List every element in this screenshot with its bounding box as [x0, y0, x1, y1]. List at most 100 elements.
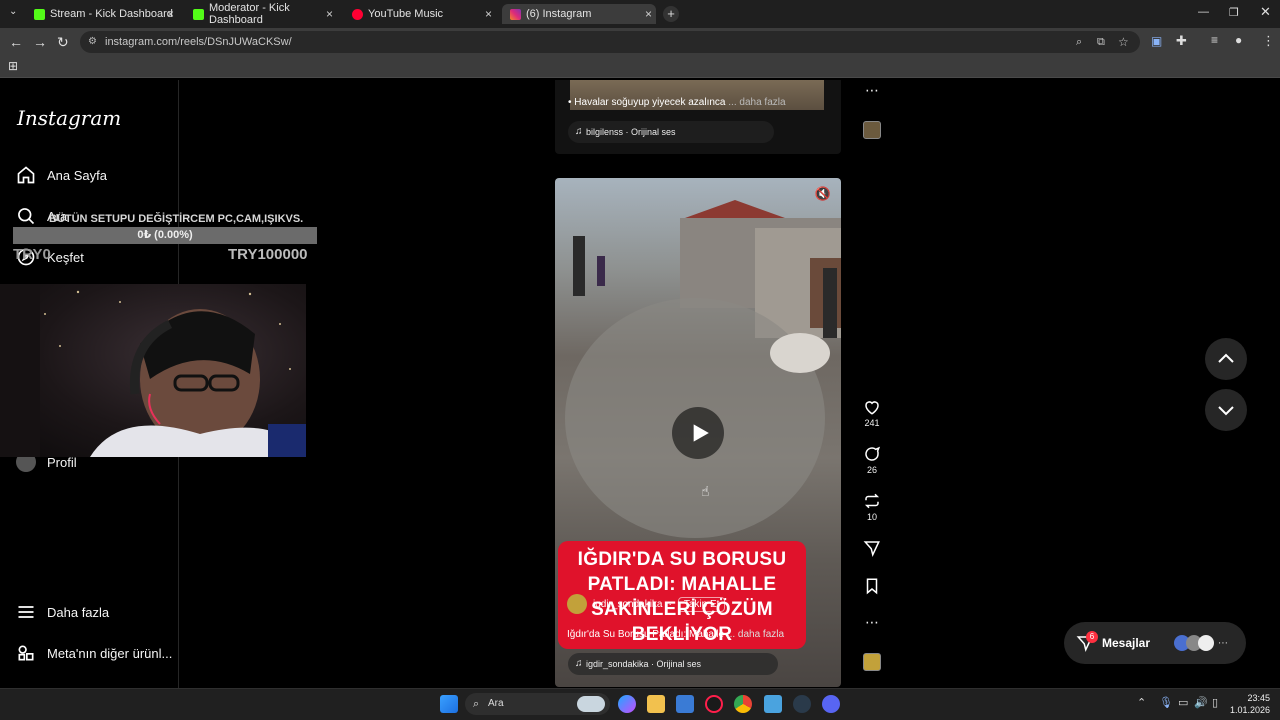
- taskbar-clock[interactable]: 23:45 1.01.2026: [1228, 692, 1270, 716]
- windows-start-icon[interactable]: [440, 695, 458, 713]
- messages-button[interactable]: 6 Mesajlar ⋯: [1064, 622, 1246, 664]
- nav-more[interactable]: Daha fazla: [16, 602, 109, 622]
- donation-goal-title: BÜTÜN SETUPU DEĞİŞTİRCEM PC,CAM,IŞIKVS.: [49, 213, 304, 225]
- previous-reel-audio-text: bilgilenss · Orijinal ses: [586, 127, 676, 137]
- follow-button[interactable]: Takip Et: [677, 596, 726, 612]
- reel-caption: Iğdır'da Su Borusu Patladı: Mahalle ... …: [567, 629, 784, 640]
- zoom-icon[interactable]: ⌕: [1076, 31, 1082, 53]
- tab-instagram[interactable]: (6) Instagram ×: [502, 4, 656, 24]
- play-button[interactable]: [672, 407, 724, 459]
- menu-kebab-icon[interactable]: ⋮: [1262, 33, 1275, 49]
- profile-icon[interactable]: ●: [1235, 33, 1242, 47]
- meta-apps-icon: [18, 645, 34, 661]
- comment-count: 26: [866, 465, 877, 475]
- caption-bullet: •: [568, 97, 572, 108]
- tab-youtube-music[interactable]: YouTube Music ×: [344, 4, 496, 24]
- network-icon[interactable]: ▭: [1178, 696, 1188, 709]
- reload-icon[interactable]: ↻: [57, 34, 69, 51]
- current-reel-video[interactable]: 🔇 ☝ IĞDIR'DA SU BORUSU PATLADI: MAHALLE …: [555, 178, 841, 687]
- reel-author-avatar[interactable]: [567, 594, 587, 614]
- comment-button[interactable]: 26: [858, 445, 886, 475]
- comment-icon: [865, 446, 881, 461]
- clock-time: 23:45: [1247, 693, 1270, 703]
- reel-author-row: igdir_sondakika · Takip Et: [567, 594, 726, 614]
- tab-title: YouTube Music: [368, 8, 444, 20]
- copilot-icon[interactable]: [618, 695, 636, 713]
- search-highlight-icon: [577, 696, 605, 712]
- nav-meta-products[interactable]: Meta'nın diğer ürünl...: [16, 643, 172, 663]
- mute-icon[interactable]: 🔇: [815, 186, 831, 202]
- previous-reel-more-link[interactable]: ... daha fazla: [728, 97, 785, 108]
- minimize-icon[interactable]: —: [1198, 6, 1209, 18]
- chrome-icon[interactable]: [734, 695, 752, 713]
- messages-badge: 6: [1086, 631, 1098, 643]
- media-controls-icon[interactable]: ≡: [1211, 33, 1218, 47]
- steam-icon[interactable]: [793, 695, 811, 713]
- tab-kick-moderator[interactable]: Moderator - Kick Dashboard ×: [185, 2, 337, 26]
- windows-taskbar: [0, 688, 1280, 720]
- send-icon: [863, 541, 880, 557]
- close-tab-icon[interactable]: ×: [167, 7, 174, 21]
- translate-icon[interactable]: ▣: [1151, 34, 1162, 48]
- previous-reel-more-options-icon[interactable]: ⋯: [865, 82, 879, 99]
- new-tab-button[interactable]: +: [663, 6, 679, 22]
- tab-search-dropdown-icon[interactable]: ⌄: [9, 6, 17, 17]
- taskbar-search[interactable]: ⌕ Ara: [465, 693, 610, 715]
- taskbar-search-label: Ara: [488, 698, 504, 709]
- opera-gx-icon[interactable]: [705, 695, 723, 713]
- like-button[interactable]: 241: [858, 398, 886, 428]
- close-window-icon[interactable]: ✕: [1260, 4, 1271, 20]
- cursor-hand-icon: ☝: [701, 483, 710, 499]
- forward-arrow-icon[interactable]: →: [33, 34, 47, 50]
- battery-icon[interactable]: ▯: [1212, 696, 1218, 709]
- show-hidden-icons-icon[interactable]: ⌃: [1137, 696, 1146, 709]
- extensions-icon[interactable]: ✚: [1176, 33, 1187, 49]
- previous-reel[interactable]: • Havalar soğuyup yiyecek azalınca ... d…: [555, 80, 841, 154]
- clock-date: 1.01.2026: [1229, 705, 1270, 715]
- restore-icon[interactable]: ❐: [1229, 6, 1239, 19]
- previous-reel-audio[interactable]: ♫ bilgilenss · Orijinal ses: [568, 121, 774, 143]
- next-reel-button[interactable]: [1205, 389, 1247, 431]
- save-button[interactable]: [858, 577, 886, 597]
- previous-reel-caption: • Havalar soğuyup yiyecek azalınca ... d…: [568, 97, 786, 108]
- site-info-icon[interactable]: ⚙: [88, 31, 97, 53]
- back-arrow-icon[interactable]: ←: [9, 34, 23, 50]
- close-tab-icon[interactable]: ×: [645, 7, 652, 21]
- repost-button[interactable]: 10: [858, 492, 886, 522]
- reel-more-options-icon[interactable]: ⋯: [865, 614, 879, 631]
- microphone-icon[interactable]: 🎙: [1159, 696, 1173, 709]
- discord-icon[interactable]: [822, 695, 840, 713]
- repost-count: 10: [866, 512, 877, 522]
- reel-audio-thumbnail[interactable]: [863, 653, 881, 671]
- previous-reel-audio-thumbnail[interactable]: [863, 121, 881, 139]
- instagram-logo[interactable]: Instagram: [17, 106, 121, 130]
- reel-more-link[interactable]: ... daha fazla: [727, 629, 784, 640]
- tab-kick-stream[interactable]: Stream - Kick Dashboard ×: [26, 4, 178, 24]
- nav-home[interactable]: Ana Sayfa: [16, 165, 107, 185]
- message-avatar: [1198, 635, 1215, 651]
- close-tab-icon[interactable]: ×: [326, 7, 333, 21]
- kick-favicon-icon: [193, 8, 204, 20]
- donation-goal-start: TRY0: [13, 246, 51, 263]
- bookmark-star-icon[interactable]: ☆: [1118, 31, 1129, 53]
- repost-icon: [864, 493, 880, 509]
- share-button[interactable]: [858, 539, 886, 559]
- close-tab-icon[interactable]: ×: [485, 7, 492, 21]
- nav-more-label: Daha fazla: [47, 604, 110, 620]
- reel-audio[interactable]: ♫ igdir_sondakika · Orijinal ses: [568, 653, 778, 675]
- microsoft-store-icon[interactable]: [676, 695, 694, 713]
- previous-reel-button[interactable]: [1205, 338, 1247, 380]
- donation-goal-progress-text: 0₺ (0.00%): [137, 229, 193, 241]
- volume-icon[interactable]: 🔊: [1194, 696, 1208, 709]
- file-explorer-icon[interactable]: [647, 695, 665, 713]
- reel-username[interactable]: igdir_sondakika: [593, 599, 663, 610]
- url-text: instagram.com/reels/DSnJUWaCKSw/: [105, 36, 292, 48]
- tab-title: (6) Instagram: [526, 8, 592, 20]
- reel-audio-text: igdir_sondakika · Orijinal ses: [586, 659, 702, 669]
- webcam-overlay: [0, 284, 306, 457]
- apps-grid-icon[interactable]: ⊞: [8, 59, 18, 73]
- address-bar[interactable]: ⚙ instagram.com/reels/DSnJUWaCKSw/ ⌕ ⧉ ☆: [80, 31, 1140, 53]
- install-app-icon[interactable]: ⧉: [1097, 31, 1105, 53]
- streamer-webcam-image: [0, 284, 306, 457]
- photos-icon[interactable]: [764, 695, 782, 713]
